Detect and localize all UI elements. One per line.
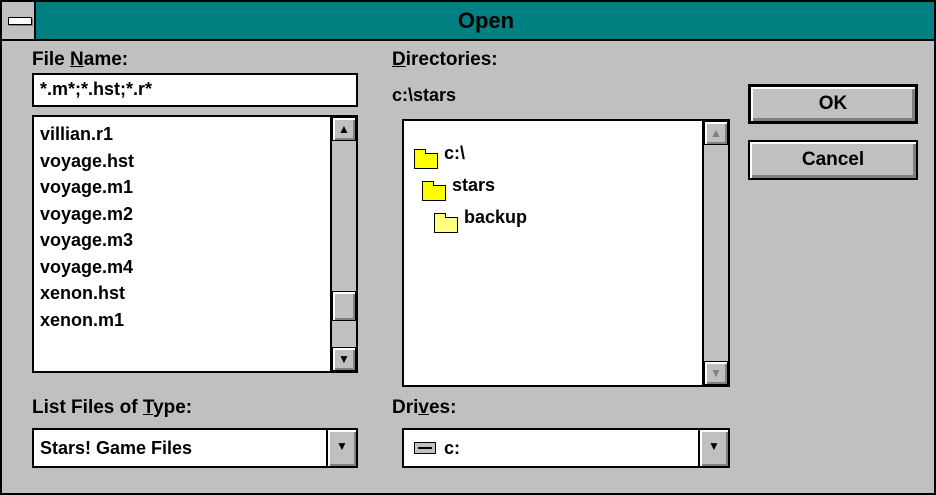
open-dialog: Open File Name: *.m*;*.hst;*.r* villian.… (0, 0, 936, 495)
file-list-scrollbar[interactable]: ▲ ▼ (330, 117, 356, 371)
drive-icon (414, 442, 436, 454)
dropdown-arrow-icon[interactable]: ▼ (326, 430, 356, 466)
system-menu-icon (8, 17, 32, 25)
folder-open-icon (422, 181, 446, 201)
file-list-item[interactable]: voyage.m2 (40, 203, 133, 225)
file-list-item[interactable]: voyage.m3 (40, 229, 133, 251)
system-menu-button[interactable] (2, 2, 36, 39)
scroll-up-arrow-icon[interactable]: ▲ (332, 117, 356, 141)
scroll-up-arrow-icon[interactable]: ▲ (704, 121, 728, 145)
dir-item-backup[interactable]: backup (464, 207, 527, 228)
file-list-item[interactable]: voyage.m4 (40, 256, 133, 278)
file-name-label: File Name: (32, 49, 129, 70)
dialog-body: File Name: *.m*;*.hst;*.r* villian.r1 voy… (2, 41, 934, 493)
directories-label: Directories: (392, 49, 498, 70)
file-type-select[interactable]: Stars! Game Files ▼ (32, 428, 358, 468)
dropdown-arrow-icon[interactable]: ▼ (698, 430, 728, 466)
scroll-thumb[interactable] (332, 291, 356, 321)
directory-list[interactable]: c:\ stars backup ▲ ▼ (402, 119, 730, 387)
ok-button[interactable]: OK (748, 84, 918, 124)
file-list-item[interactable]: xenon.hst (40, 282, 125, 304)
file-list-item[interactable]: voyage.hst (40, 150, 134, 172)
file-type-value: Stars! Game Files (40, 438, 193, 458)
drives-label: Drives: (392, 397, 457, 418)
folder-open-icon (414, 149, 438, 169)
drive-select[interactable]: c: ▼ (402, 428, 730, 468)
scroll-down-arrow-icon[interactable]: ▼ (704, 361, 728, 385)
cancel-button[interactable]: Cancel (748, 140, 918, 180)
current-directory-path: c:\stars (392, 85, 457, 105)
directory-list-scrollbar[interactable]: ▲ ▼ (702, 121, 728, 385)
file-list-item[interactable]: voyage.m1 (40, 176, 133, 198)
scroll-down-arrow-icon[interactable]: ▼ (332, 347, 356, 371)
file-type-label: List Files of Type: (32, 397, 193, 418)
file-list-item[interactable]: xenon.m1 (40, 309, 124, 331)
file-list[interactable]: villian.r1 voyage.hst voyage.m1 voyage.m2 vo… (32, 115, 358, 373)
dialog-title: Open (457, 8, 515, 33)
file-name-input[interactable]: *.m*;*.hst;*.r* (32, 73, 358, 107)
drive-value: c: (444, 438, 461, 458)
dir-item-root[interactable]: c:\ (444, 143, 465, 164)
folder-closed-icon (434, 213, 458, 233)
file-list-item[interactable]: villian.r1 (40, 123, 113, 145)
title-bar[interactable]: Open (2, 2, 934, 41)
dir-item-stars[interactable]: stars (452, 175, 495, 196)
